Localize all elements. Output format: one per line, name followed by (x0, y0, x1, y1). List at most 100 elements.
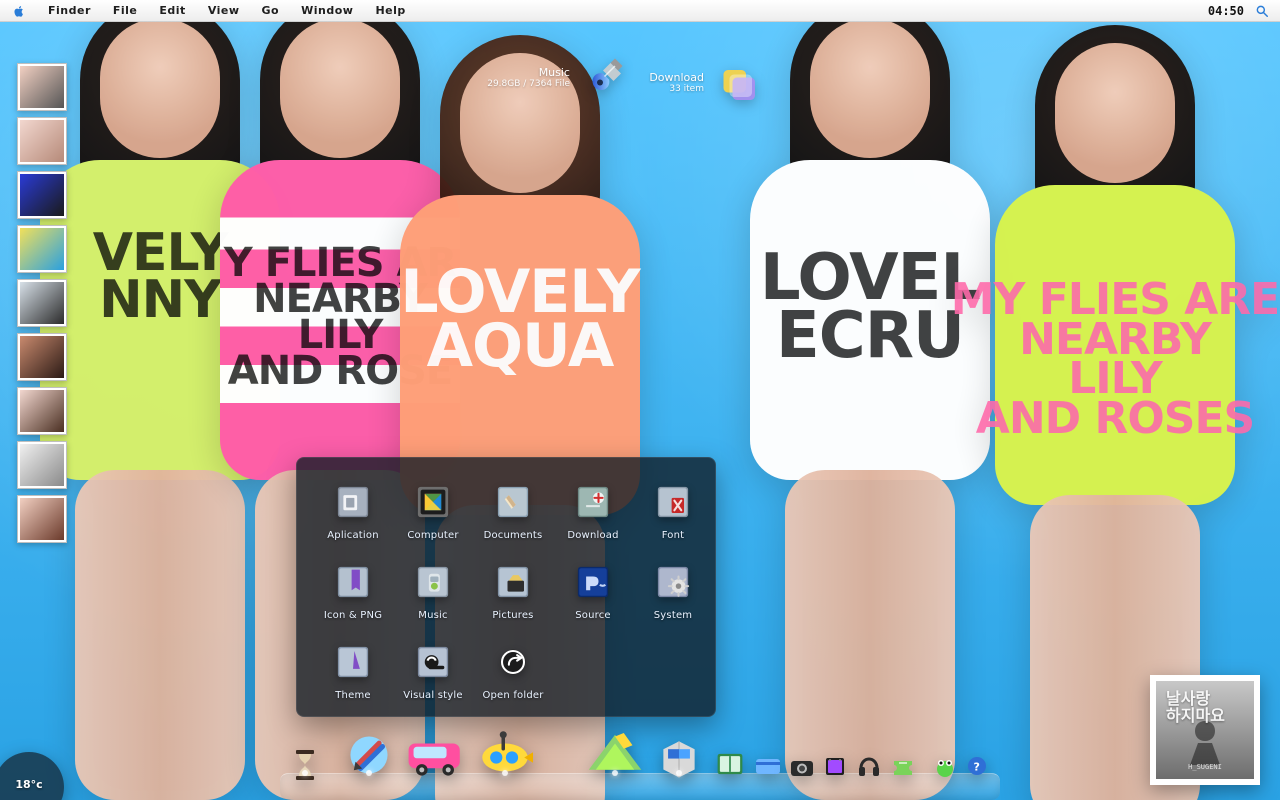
photo-thumb[interactable] (17, 441, 67, 489)
menu-item-edit[interactable]: Edit (157, 2, 187, 19)
photo-thumb[interactable] (17, 279, 67, 327)
folder-computer[interactable]: Computer (393, 476, 473, 554)
folder-stack-panel: Aplication Computer Documents Download F… (296, 457, 716, 717)
apple-icon[interactable] (10, 2, 28, 20)
folder-label: Source (575, 610, 611, 621)
visual-style-icon (411, 640, 455, 684)
bus-icon[interactable] (402, 728, 468, 782)
temperature-text: 18°c (15, 778, 43, 791)
folder-pictures[interactable]: Pictures (473, 556, 553, 634)
folder-theme[interactable]: Theme (313, 636, 393, 714)
folder-system[interactable]: System (633, 556, 713, 634)
dock-running-indicator (676, 770, 682, 776)
folder-font[interactable]: Font (633, 476, 713, 554)
face-shape (280, 18, 400, 158)
svg-text:?: ? (974, 761, 980, 774)
open-folder[interactable]: Open folder (473, 636, 553, 714)
card-icon[interactable] (750, 750, 786, 782)
folder-label: Visual style (403, 690, 463, 701)
drawing-tools-icon[interactable] (342, 728, 396, 782)
ticket-icon[interactable] (886, 750, 920, 782)
folder-source[interactable]: Source (553, 556, 633, 634)
folder-label: Font (661, 530, 685, 541)
clock: 04:50 (1207, 3, 1244, 18)
gear-icon (651, 560, 695, 604)
folder-icon (331, 560, 375, 604)
folder-visual-style[interactable]: Visual style (393, 636, 473, 714)
menu-item-help[interactable]: Help (373, 2, 407, 19)
film-icon[interactable] (818, 750, 852, 782)
shirt-print: MY FLIES ARE NEARBY LILY AND ROSES (950, 274, 1280, 444)
dock-running-indicator (502, 770, 508, 776)
frog-icon[interactable] (928, 750, 962, 782)
folder-icon (651, 480, 695, 524)
folder-download[interactable]: Download (553, 476, 633, 554)
folder-label: Documents (483, 530, 543, 541)
download-widget-title: Download (649, 71, 704, 84)
face-shape (100, 18, 220, 158)
folder-label: Theme (335, 690, 371, 701)
folder-documents[interactable]: Documents (473, 476, 553, 554)
dock: ? (280, 728, 1000, 800)
photo-thumb[interactable] (17, 495, 67, 543)
folder-icon-and-png[interactable]: Icon & PNG (313, 556, 393, 634)
download-widget[interactable]: Download 33 item (648, 71, 704, 94)
folder-icon (411, 560, 455, 604)
folder-label: Computer (407, 530, 459, 541)
folder-music[interactable]: Music (393, 556, 473, 634)
calendar-triangle-icon[interactable] (580, 726, 650, 782)
folder-icon (491, 480, 535, 524)
folder-aplication[interactable]: Aplication (313, 476, 393, 554)
album-art: 날사랑 하지마요 H_SUGENI (1156, 681, 1254, 779)
shirt-print: LOVEL ECRU (759, 241, 981, 373)
folder-icon (571, 480, 615, 524)
folder-grid: Aplication Computer Documents Download F… (305, 468, 707, 716)
menu-item-go[interactable]: Go (260, 2, 282, 19)
folder-icon (331, 640, 375, 684)
music-widget[interactable]: Music 29.8GB / 7364 File (486, 66, 570, 89)
camera-icon[interactable] (786, 750, 818, 782)
hourglass-icon[interactable] (292, 748, 318, 782)
left-photo-strip (17, 63, 67, 543)
help-icon[interactable]: ? (960, 750, 994, 782)
music-widget-sub: 29.8GB / 7364 File (487, 79, 570, 89)
photoshop-icon (571, 560, 615, 604)
download-squares-icon[interactable] (716, 61, 764, 109)
folder-icon (491, 560, 535, 604)
menu-item-finder[interactable]: Finder (46, 2, 93, 19)
face-shape (810, 18, 930, 158)
photo-thumb[interactable] (17, 333, 67, 381)
menu-item-window[interactable]: Window (299, 2, 355, 19)
menu-item-file[interactable]: File (111, 2, 140, 19)
folder-label: Icon & PNG (323, 610, 383, 621)
folder-icon (331, 480, 375, 524)
folder-icon (411, 480, 455, 524)
photo-thumb[interactable] (17, 63, 67, 111)
search-icon[interactable] (1254, 3, 1270, 19)
book-icon[interactable] (710, 746, 750, 782)
album-cover[interactable]: 날사랑 하지마요 H_SUGENI (1150, 675, 1260, 785)
guitar-icon[interactable] (582, 54, 630, 102)
photo-thumb[interactable] (17, 387, 67, 435)
open-folder-icon (491, 640, 535, 684)
album-art-text: 날사랑 하지마요 (1166, 689, 1225, 725)
folder-label: Pictures (492, 610, 534, 621)
shirt-print: LOVELY AQUA (400, 257, 640, 381)
folder-label: System (653, 610, 693, 621)
photo-thumb[interactable] (17, 117, 67, 165)
dock-running-indicator (612, 770, 618, 776)
window-box-icon[interactable] (652, 732, 706, 782)
menu-item-view[interactable]: View (206, 2, 242, 19)
headphones-icon[interactable] (852, 750, 886, 782)
photo-thumb[interactable] (17, 225, 67, 273)
menubar-items: Finder File Edit View Go Window Help (46, 2, 408, 19)
dock-running-indicator (302, 770, 308, 776)
music-widget-title: Music (538, 66, 570, 79)
download-widget-sub: 33 item (669, 84, 704, 94)
folder-label: Aplication (327, 530, 379, 541)
menubar-right: 04:50 (1208, 3, 1270, 19)
submarine-icon[interactable] (470, 726, 540, 782)
photo-thumb[interactable] (17, 171, 67, 219)
folder-label: Open folder (482, 690, 544, 701)
album-art-small-text: H_SUGENI (1188, 763, 1222, 771)
